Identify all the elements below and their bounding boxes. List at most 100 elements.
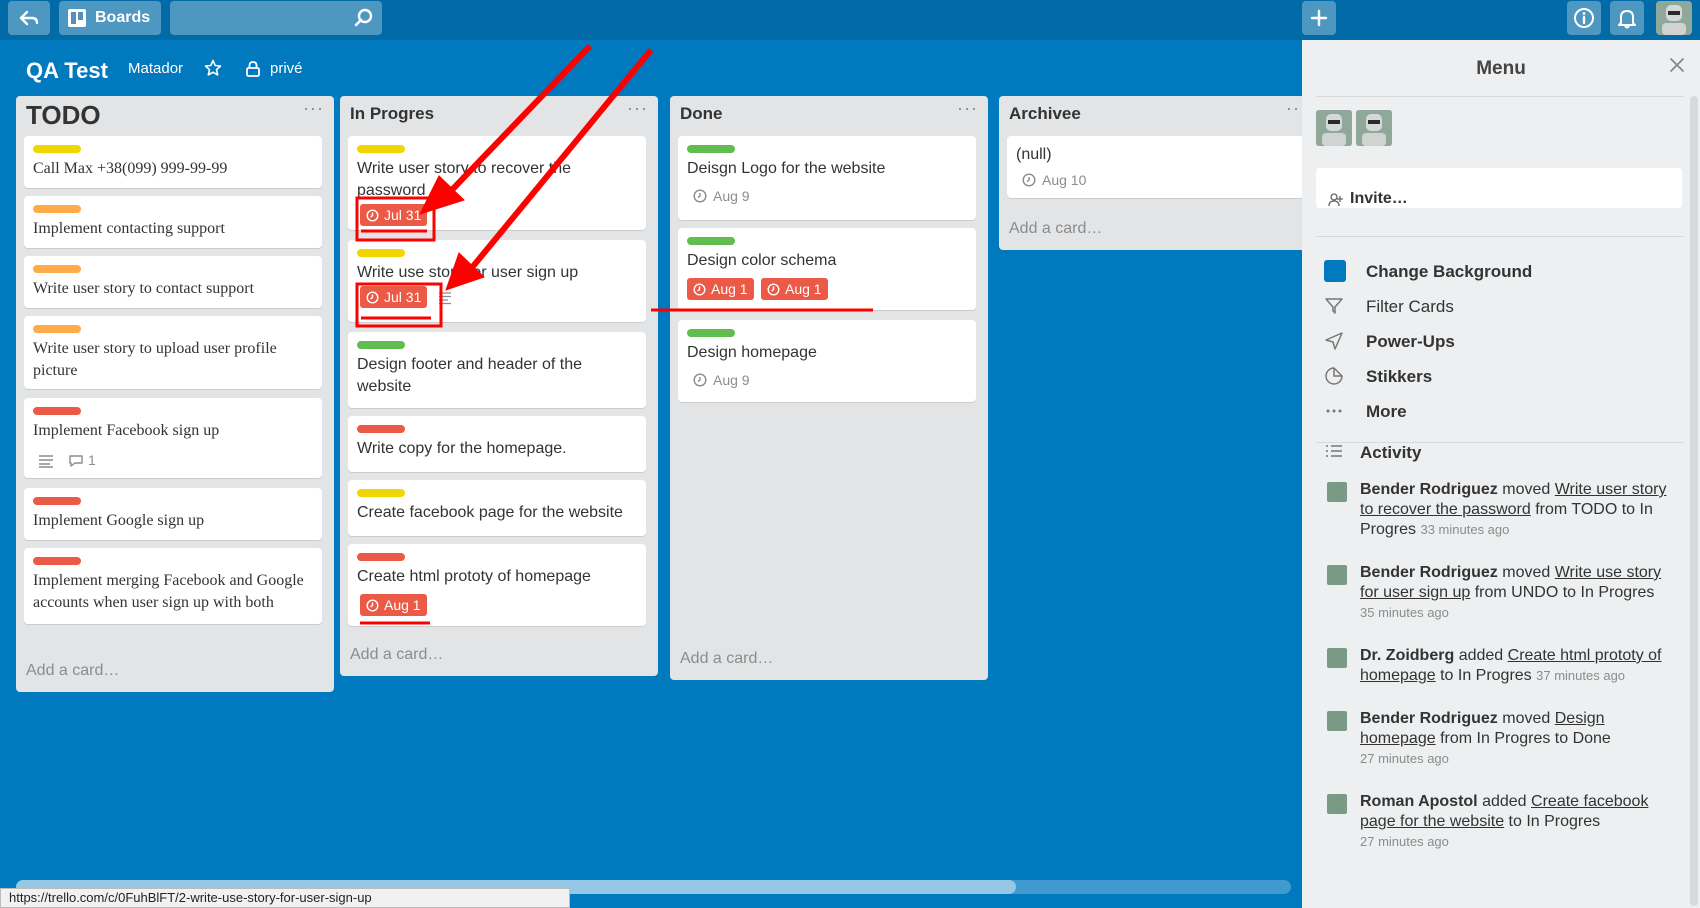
card[interactable]: Implement merging Facebook and Google ac… [24,548,322,624]
avatar[interactable] [1327,648,1347,668]
plus-icon [1310,9,1328,27]
card[interactable]: Implement Google sign up [24,488,322,540]
list-title[interactable]: TODO [26,100,101,131]
sidebar-item-label: Power-Ups [1366,332,1455,351]
card-title: Implement Facebook sign up [33,422,220,439]
card-title: Implement contacting support [33,220,225,237]
list-menu-icon[interactable]: ··· [627,98,648,119]
card-label [357,145,405,153]
card[interactable]: Write copy for the homepage. [348,416,646,472]
close-icon[interactable] [1668,56,1686,74]
clock-icon [366,290,379,304]
card[interactable]: Design homepage Aug 9 [678,320,976,402]
invite-label: Invite… [1350,190,1408,207]
activity-member[interactable]: Dr. Zoidberg [1360,647,1454,664]
card-label [357,425,405,433]
top-bar: Boards [0,0,1700,40]
activity-member[interactable]: Roman Apostol [1360,793,1478,810]
board-title[interactable]: QA Test [26,58,108,84]
search-input[interactable] [170,1,382,35]
activity-item: Roman Apostol added Create facebook page… [1360,792,1670,852]
activity-time[interactable]: 33 minutes ago [1420,522,1509,537]
card[interactable]: Design footer and header of the website [348,332,646,408]
card[interactable]: Implement Facebook sign up 1 [24,398,322,478]
card[interactable]: Write user story to recover the password… [348,136,646,230]
card[interactable]: Write user story to contact support [24,256,322,308]
activity-time[interactable]: 27 minutes ago [1360,834,1449,849]
add-card-link[interactable]: Add a card… [26,662,119,680]
info-button[interactable] [1567,1,1601,35]
card[interactable]: Write user story to upload user profile … [24,316,322,389]
search-icon[interactable] [354,8,374,28]
due-date: Aug 10 [1022,172,1086,188]
avatar[interactable] [1327,565,1347,585]
notifications-button[interactable] [1610,1,1644,35]
clock-icon [366,208,379,222]
avatar[interactable] [1327,794,1347,814]
list-title[interactable]: Archivee [1009,104,1081,124]
star-icon[interactable] [204,59,222,77]
card[interactable]: (null) Aug 10 [1007,136,1305,198]
boards-button[interactable]: Boards [59,1,161,35]
add-card-link[interactable]: Add a card… [680,650,773,668]
bell-icon [1618,10,1636,29]
card-label [33,497,81,505]
comment-count: 1 [88,452,96,468]
activity-item: Dr. Zoidberg added Create html prototy o… [1360,646,1670,686]
due-date: Aug 9 [693,188,750,204]
add-card-link[interactable]: Add a card… [350,646,443,664]
card[interactable]: Implement contacting support [24,196,322,248]
activity-time[interactable]: 37 minutes ago [1536,668,1625,683]
activity-item: Bender Rodriguez moved Write user story … [1360,480,1670,540]
ellipsis-icon [1326,409,1342,413]
activity-verb: moved [1502,564,1551,581]
divider [1316,96,1684,97]
due-date: Aug 9 [693,372,750,388]
activity-member[interactable]: Bender Rodriguez [1360,564,1498,581]
card-title: Write user story to upload user profile … [33,340,277,379]
card[interactable]: Call Max +38(099) 999-99-99 [24,136,322,188]
card[interactable]: Design color schema Aug 1 Aug 1 [678,228,976,310]
card-label [357,341,405,349]
member-avatar[interactable] [1316,110,1352,146]
add-button[interactable] [1302,1,1336,35]
due-date-badge: Aug 1 [761,278,828,300]
list-title[interactable]: In Progres [350,104,434,124]
board-org[interactable]: Matador [128,60,183,77]
card-title: Write use story for user sign up [357,264,579,281]
card[interactable]: Write use story for user sign up Jul 31 [348,240,646,322]
card-label [33,407,81,415]
activity-time[interactable]: 35 minutes ago [1360,605,1449,620]
avatar[interactable] [1327,482,1347,502]
add-card-link[interactable]: Add a card… [1009,220,1102,238]
list-menu-icon[interactable]: ··· [303,98,324,119]
sidebar-scrollbar[interactable] [1690,96,1698,906]
due-date-badge: Jul 31 [360,286,428,308]
lock-icon[interactable] [245,60,261,78]
member-avatar[interactable] [1356,110,1392,146]
card-title: Deisgn Logo for the website [687,160,886,177]
activity-verb: moved [1502,710,1551,727]
boards-icon [68,9,86,27]
background-swatch-icon [1324,260,1346,282]
avatar[interactable] [1327,711,1347,731]
card-label [33,145,81,153]
avatar-icon [1356,110,1392,146]
card-title: Design homepage [687,344,817,361]
due-date-badge: Jul 31 [360,204,428,226]
card-label [33,325,81,333]
activity-time[interactable]: 27 minutes ago [1360,751,1449,766]
board-visibility[interactable]: privé [270,60,303,77]
list-menu-icon[interactable]: ··· [957,98,978,119]
activity-member[interactable]: Bender Rodriguez [1360,710,1498,727]
card[interactable]: Create facebook page for the website [348,480,646,536]
avatar-icon [1656,1,1692,35]
divider [1316,236,1684,237]
back-button[interactable] [8,1,50,35]
list-title[interactable]: Done [680,104,723,124]
list-archivee: Archivee ··· (null) Aug 10 Add a card… [999,96,1317,250]
card[interactable]: Deisgn Logo for the website Aug 9 [678,136,976,220]
activity-member[interactable]: Bender Rodriguez [1360,481,1498,498]
member-avatar-button[interactable] [1656,1,1692,35]
card[interactable]: Create html prototy of homepage Aug 1 [348,544,646,626]
